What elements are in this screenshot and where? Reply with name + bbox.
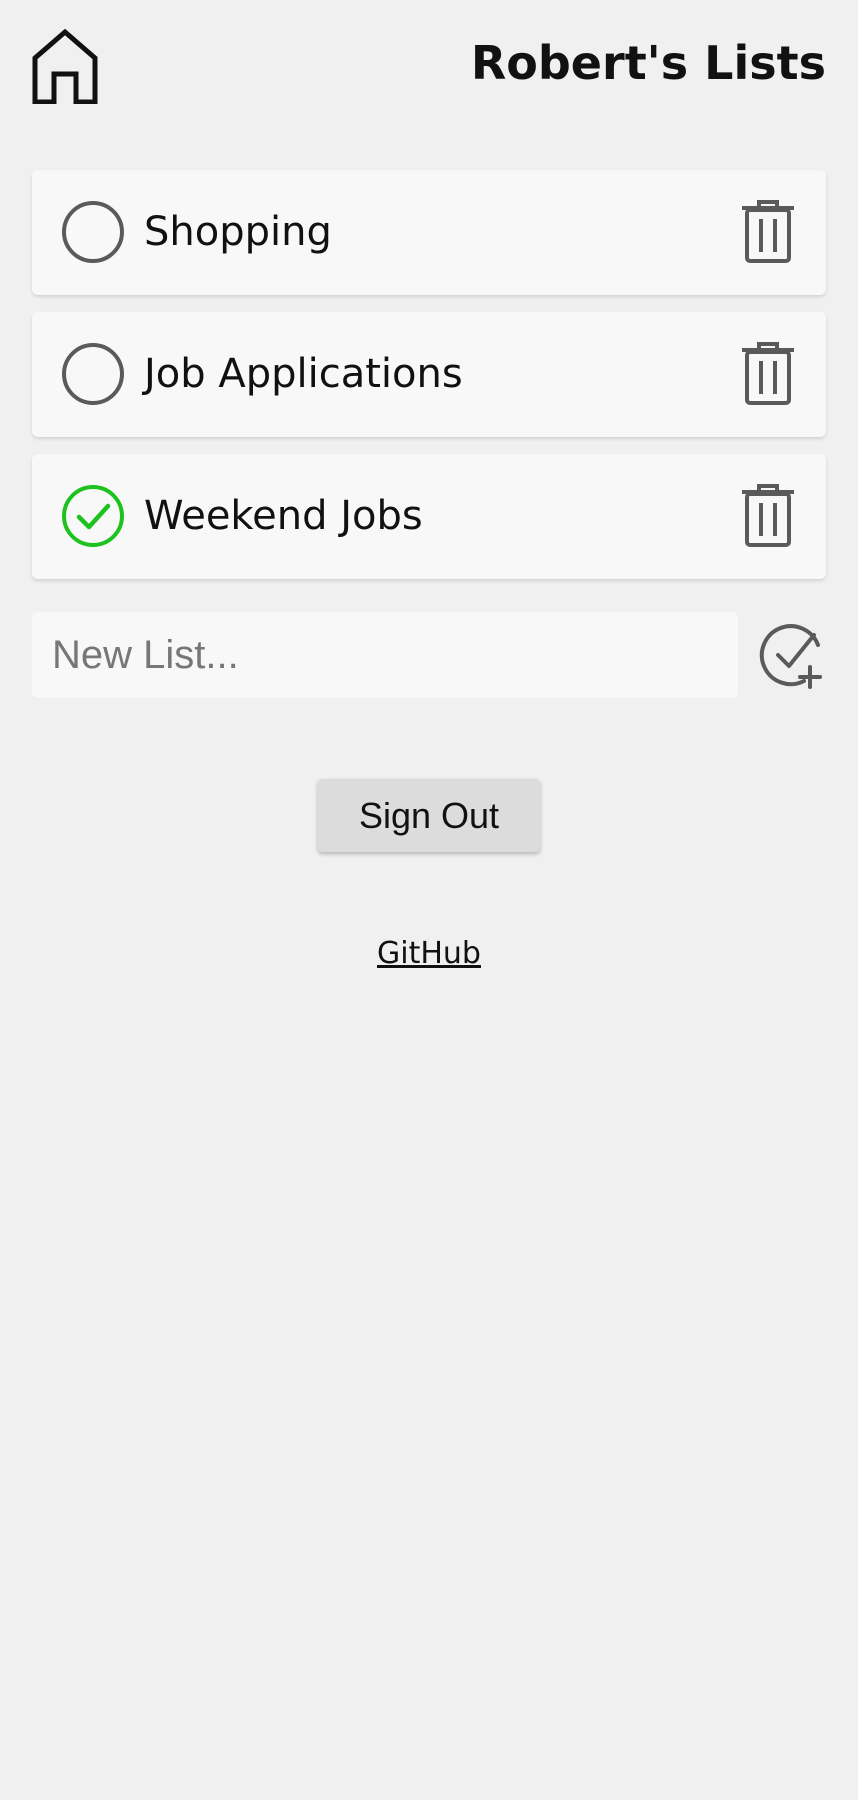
toggle-complete-button[interactable] bbox=[60, 341, 126, 407]
page-title: Robert's Lists bbox=[470, 36, 826, 90]
list-name[interactable]: Weekend Jobs bbox=[144, 454, 423, 579]
header: Robert's Lists bbox=[32, 24, 826, 104]
home-icon bbox=[32, 28, 98, 104]
empty-circle-icon bbox=[62, 343, 124, 405]
new-list-row bbox=[32, 612, 826, 698]
new-list-input[interactable] bbox=[32, 612, 738, 698]
lists-container: Shopping Job Applications Weekend Jobs bbox=[32, 170, 826, 596]
check-circle-plus-icon bbox=[759, 624, 822, 689]
home-button[interactable] bbox=[32, 28, 98, 104]
github-link[interactable]: GitHub bbox=[377, 936, 481, 971]
empty-circle-icon bbox=[62, 201, 124, 263]
trash-icon bbox=[742, 200, 794, 263]
trash-icon bbox=[742, 484, 794, 547]
list-item[interactable]: Shopping bbox=[32, 170, 826, 295]
trash-icon bbox=[742, 342, 794, 405]
footer: GitHub bbox=[0, 936, 858, 972]
sign-out-button[interactable]: Sign Out bbox=[318, 779, 540, 852]
list-name[interactable]: Shopping bbox=[144, 170, 332, 295]
toggle-complete-button[interactable] bbox=[60, 483, 126, 549]
delete-list-button[interactable] bbox=[740, 484, 796, 548]
list-name[interactable]: Job Applications bbox=[144, 312, 463, 437]
delete-list-button[interactable] bbox=[740, 342, 796, 406]
list-item[interactable]: Weekend Jobs bbox=[32, 454, 826, 579]
toggle-complete-button[interactable] bbox=[60, 199, 126, 265]
delete-list-button[interactable] bbox=[740, 200, 796, 264]
check-circle-icon bbox=[62, 485, 124, 547]
add-list-button[interactable] bbox=[758, 621, 826, 689]
list-item[interactable]: Job Applications bbox=[32, 312, 826, 437]
